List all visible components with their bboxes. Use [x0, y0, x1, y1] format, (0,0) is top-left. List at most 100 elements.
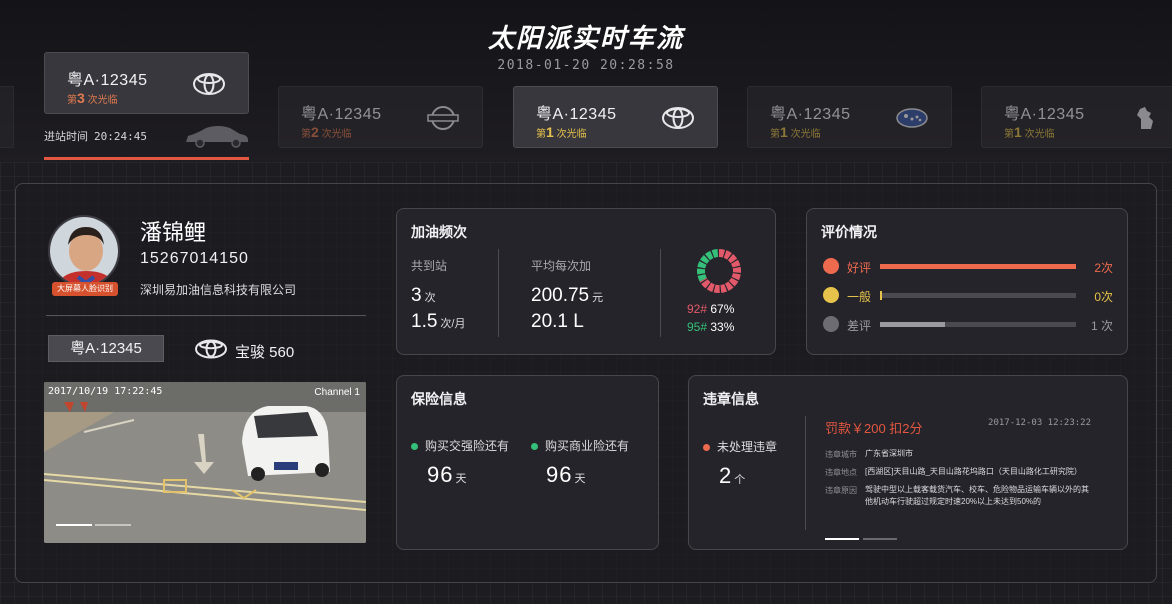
rating-value: 1 次: [1090, 319, 1113, 333]
commercial-insurance-days: 96 天: [546, 462, 587, 487]
violation-fine: 罚款￥200 扣2分: [825, 421, 923, 436]
fuel-frequency-card: 加油频次 共到站 3次 1.5 次/月 平均每次加 200.75 元 20.1 L …: [396, 208, 776, 355]
average-amount: 200.75 元: [531, 285, 604, 306]
rating-value: 0次: [1094, 290, 1113, 304]
divider: [498, 249, 499, 337]
rating-track: [880, 264, 1076, 269]
active-card-indicator: [44, 157, 249, 160]
rating-zero-marker: [880, 291, 882, 300]
rating-label: 好评: [847, 261, 872, 275]
rating-value: 2次: [1094, 261, 1113, 275]
card-visits: 第1 次光临: [1004, 124, 1055, 140]
divider: [660, 249, 661, 337]
insurance-card: 保险信息 购买交强险还有 96 天 购买商业险还有 96 天: [396, 375, 659, 550]
camera-pager[interactable]: [56, 513, 134, 531]
commercial-insurance-label: 购买商业险还有: [531, 437, 629, 454]
carousel-card[interactable]: 粤A·12345 第1 次光临: [981, 86, 1172, 148]
compulsory-insurance-days: 96 天: [427, 462, 468, 487]
nissan-logo-icon: [427, 106, 459, 130]
carousel-card[interactable]: 粤A·12345 第1 次光临: [747, 86, 952, 148]
rating-fill: [880, 264, 1076, 269]
rating-track: [880, 322, 1076, 327]
card-plate: 粤A·12345: [301, 106, 382, 123]
unhandled-violation-count: 2个: [719, 463, 747, 488]
violation-city: 广东省深圳市: [865, 449, 913, 458]
rating-fill: [880, 322, 945, 327]
divider: [805, 416, 806, 530]
camera-channel: Channel 1: [314, 387, 360, 398]
rating-track: [880, 291, 1076, 300]
rating-row-good: 好评 2次: [823, 258, 1113, 276]
rating-row-bad: 差评 1 次: [823, 316, 1113, 334]
status-dot: [531, 443, 538, 451]
rating-title: 评价情况: [821, 224, 877, 240]
unhandled-violation-label: 未处理违章: [703, 438, 777, 455]
pager-dot[interactable]: [95, 524, 131, 526]
visit-rate-value: 1.5 次/月: [411, 311, 466, 332]
grade-95-share: 95# 33%: [687, 320, 735, 334]
subaru-logo-icon: [896, 108, 928, 128]
violation-city-label: 违章城市: [825, 450, 857, 459]
card-plate: 粤A·12345: [536, 106, 617, 123]
neutral-face-icon: [823, 287, 839, 303]
card-plate: 粤A·12345: [1004, 106, 1085, 123]
car-silhouette-icon: [186, 126, 248, 148]
pager-dot[interactable]: [863, 538, 897, 540]
violation-reason: 驾驶中型以上载客载货汽车、校车、危险物品运输车辆以外的其他机动车行驶超过规定时速…: [865, 485, 1089, 506]
fuel-grade-donut-chart: [697, 249, 741, 293]
grade-92-share: 92# 67%: [687, 302, 735, 316]
donut-slice-0: [699, 249, 741, 293]
toyota-logo-icon: [195, 339, 227, 359]
total-visits-label: 共到站: [411, 259, 448, 273]
status-dot: [703, 444, 710, 452]
entry-time: 进站时间 20:24:45: [44, 130, 147, 143]
pager-dot-active[interactable]: [56, 524, 92, 526]
pager-dot-active[interactable]: [825, 538, 859, 540]
insurance-title: 保险信息: [411, 391, 467, 407]
peugeot-logo-icon: [1137, 107, 1153, 129]
page-title: 太阳派实时车流: [487, 23, 684, 53]
carousel-card-current[interactable]: 粤A·12345 第3 次光临: [44, 52, 249, 114]
camera-timestamp: 2017/10/19 17:22:45: [48, 386, 163, 397]
violation-reason-label: 违章原因: [825, 486, 857, 495]
violation-card: 违章信息 未处理违章 2个 罚款￥200 扣2分 2017-12-03 12:2…: [688, 375, 1128, 550]
face-recognition-tag: 大屏幕人脸识别: [52, 282, 118, 296]
carousel-card[interactable]: 粤A·12345 第2 次光临: [278, 86, 483, 148]
violation-date: 2017-12-03 12:23:22: [988, 418, 1091, 428]
violation-title: 违章信息: [703, 391, 759, 407]
total-visits-value: 3次: [411, 285, 436, 306]
toyota-logo-icon: [662, 107, 694, 129]
card-visits: 第2 次光临: [301, 124, 352, 140]
violation-place: [西湖区]天目山路_天目山路花坞路口（天目山路化工研究院）: [865, 467, 1082, 476]
camera-feed[interactable]: 2017/10/19 17:22:45 Channel 1: [44, 382, 366, 543]
card-visits: 第1 次光临: [536, 124, 587, 140]
donut-slice-1: [697, 249, 720, 282]
card-plate: 粤A·12345: [67, 72, 148, 89]
rating-label: 一般: [847, 290, 872, 304]
fuel-title: 加油频次: [411, 224, 467, 240]
rating-label: 差评: [847, 319, 872, 333]
card-plate: 粤A·12345: [770, 106, 851, 123]
toyota-logo-icon: [193, 73, 225, 95]
bad-face-icon: [823, 316, 839, 332]
carousel-card[interactable]: 粤A·12345 第1 次光临: [513, 86, 718, 148]
divider: [46, 315, 366, 316]
rating-card: 评价情况 好评 2次 一般 0次 差评 1 次: [806, 208, 1128, 355]
customer-phone: 15267014150: [140, 250, 249, 267]
customer-name: 潘锦鲤: [140, 220, 207, 245]
car-model: 宝骏 560: [235, 344, 295, 361]
compulsory-insurance-label: 购买交强险还有: [411, 437, 509, 454]
rating-row-neutral: 一般 0次: [823, 287, 1113, 305]
status-dot: [411, 443, 418, 451]
customer-company: 深圳易加油信息科技有限公司: [140, 283, 297, 297]
violation-pager[interactable]: [825, 527, 901, 545]
average-volume: 20.1 L: [531, 311, 584, 332]
card-visits: 第1 次光临: [770, 124, 821, 140]
avatar: [48, 215, 120, 287]
average-label: 平均每次加: [531, 259, 592, 273]
card-visits: 第3 次光临: [67, 90, 118, 106]
good-face-icon: [823, 258, 839, 274]
carousel-card-previous[interactable]: [0, 86, 14, 148]
customer-plate: 粤A·12345: [48, 335, 164, 362]
violation-place-label: 违章地点: [825, 468, 857, 477]
